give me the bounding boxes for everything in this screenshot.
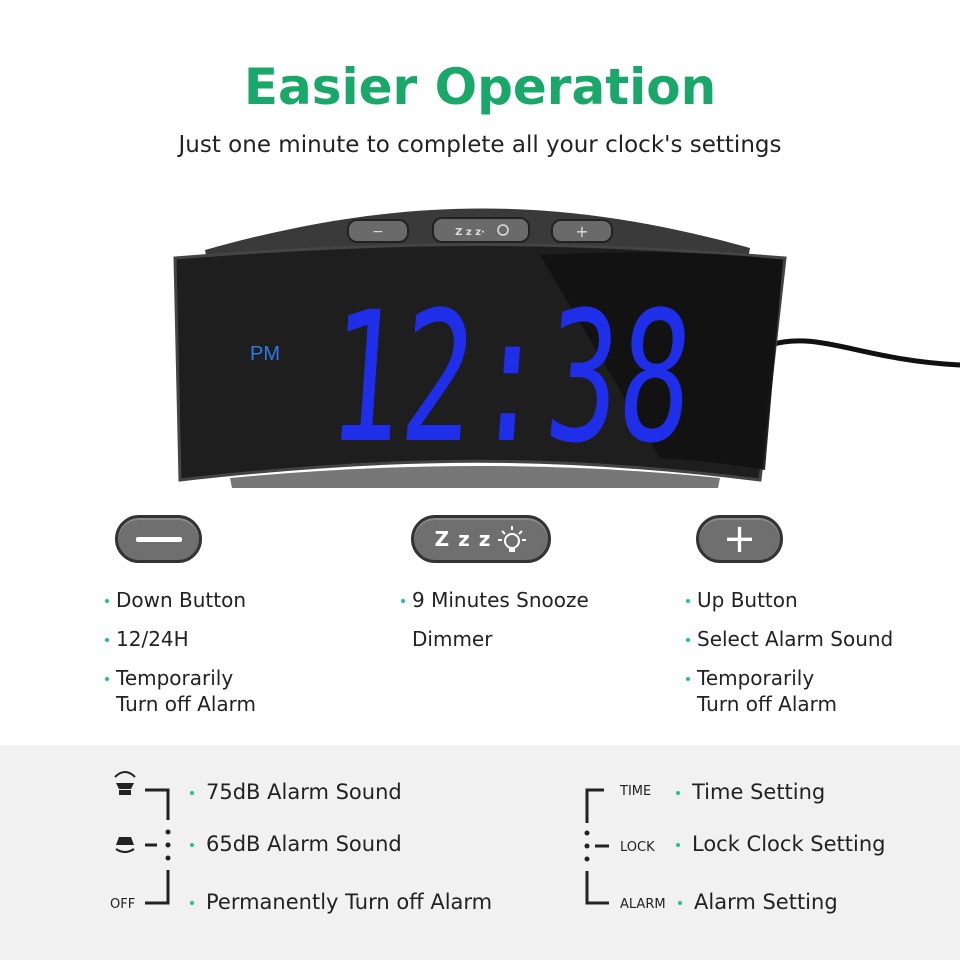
list-item: Down Button	[103, 587, 263, 613]
down-button[interactable]	[115, 515, 202, 563]
svg-text:Z z z·: Z z z·	[455, 227, 485, 238]
clock-time-display: 12:38	[322, 273, 699, 483]
snooze-button[interactable]: Z z z	[411, 515, 551, 563]
alarm-clock-image: − Z z z· + PM 12:38	[173, 208, 960, 488]
alarm-off: Permanently Turn off Alarm	[190, 890, 492, 914]
plus-icon: +	[722, 516, 757, 562]
up-button[interactable]: +	[696, 515, 783, 563]
snooze-dimmer-icon	[498, 526, 527, 552]
down-button-functions: Down Button 12/24H Temporarily Turn off …	[103, 587, 263, 730]
alarm-65db: 65dB Alarm Sound	[190, 832, 402, 856]
mode-time: Time Setting	[676, 780, 825, 804]
page-title: Easier Operation	[243, 58, 717, 116]
power-cable	[769, 338, 960, 368]
list-item: 9 Minutes Snooze	[399, 587, 589, 613]
svg-text:−: −	[372, 224, 384, 240]
up-button-functions: Up Button Select Alarm Sound Temporarily…	[684, 587, 893, 730]
loud-speaker-icon	[114, 771, 136, 795]
list-item: Select Alarm Sound	[684, 626, 893, 652]
minus-icon	[135, 536, 182, 542]
mode-lock: Lock Clock Setting	[676, 832, 885, 856]
snooze-label: Z z z	[434, 527, 492, 551]
list-item: 12/24H	[103, 626, 263, 652]
svg-text:+: +	[575, 222, 588, 241]
list-item: Dimmer	[412, 627, 493, 651]
alarm-75db: 75dB Alarm Sound	[190, 780, 402, 804]
pm-indicator: PM	[250, 343, 280, 365]
list-item: Up Button	[684, 587, 893, 613]
switch-label-off: OFF	[110, 897, 136, 912]
list-item: Temporarily Turn off Alarm	[103, 665, 263, 717]
switch-label-lock: LOCK	[620, 840, 655, 855]
page-subtitle: Just one minute to complete all your clo…	[178, 132, 782, 158]
snooze-button-functions: 9 Minutes Snooze Dimmer	[399, 587, 589, 665]
list-item: Temporarily Turn off Alarm	[684, 665, 844, 717]
switch-label-alarm: ALARM	[620, 897, 666, 912]
mode-alarm: Alarm Setting	[678, 890, 838, 914]
quiet-speaker-icon	[115, 837, 135, 853]
switch-label-time: TIME	[620, 784, 652, 799]
